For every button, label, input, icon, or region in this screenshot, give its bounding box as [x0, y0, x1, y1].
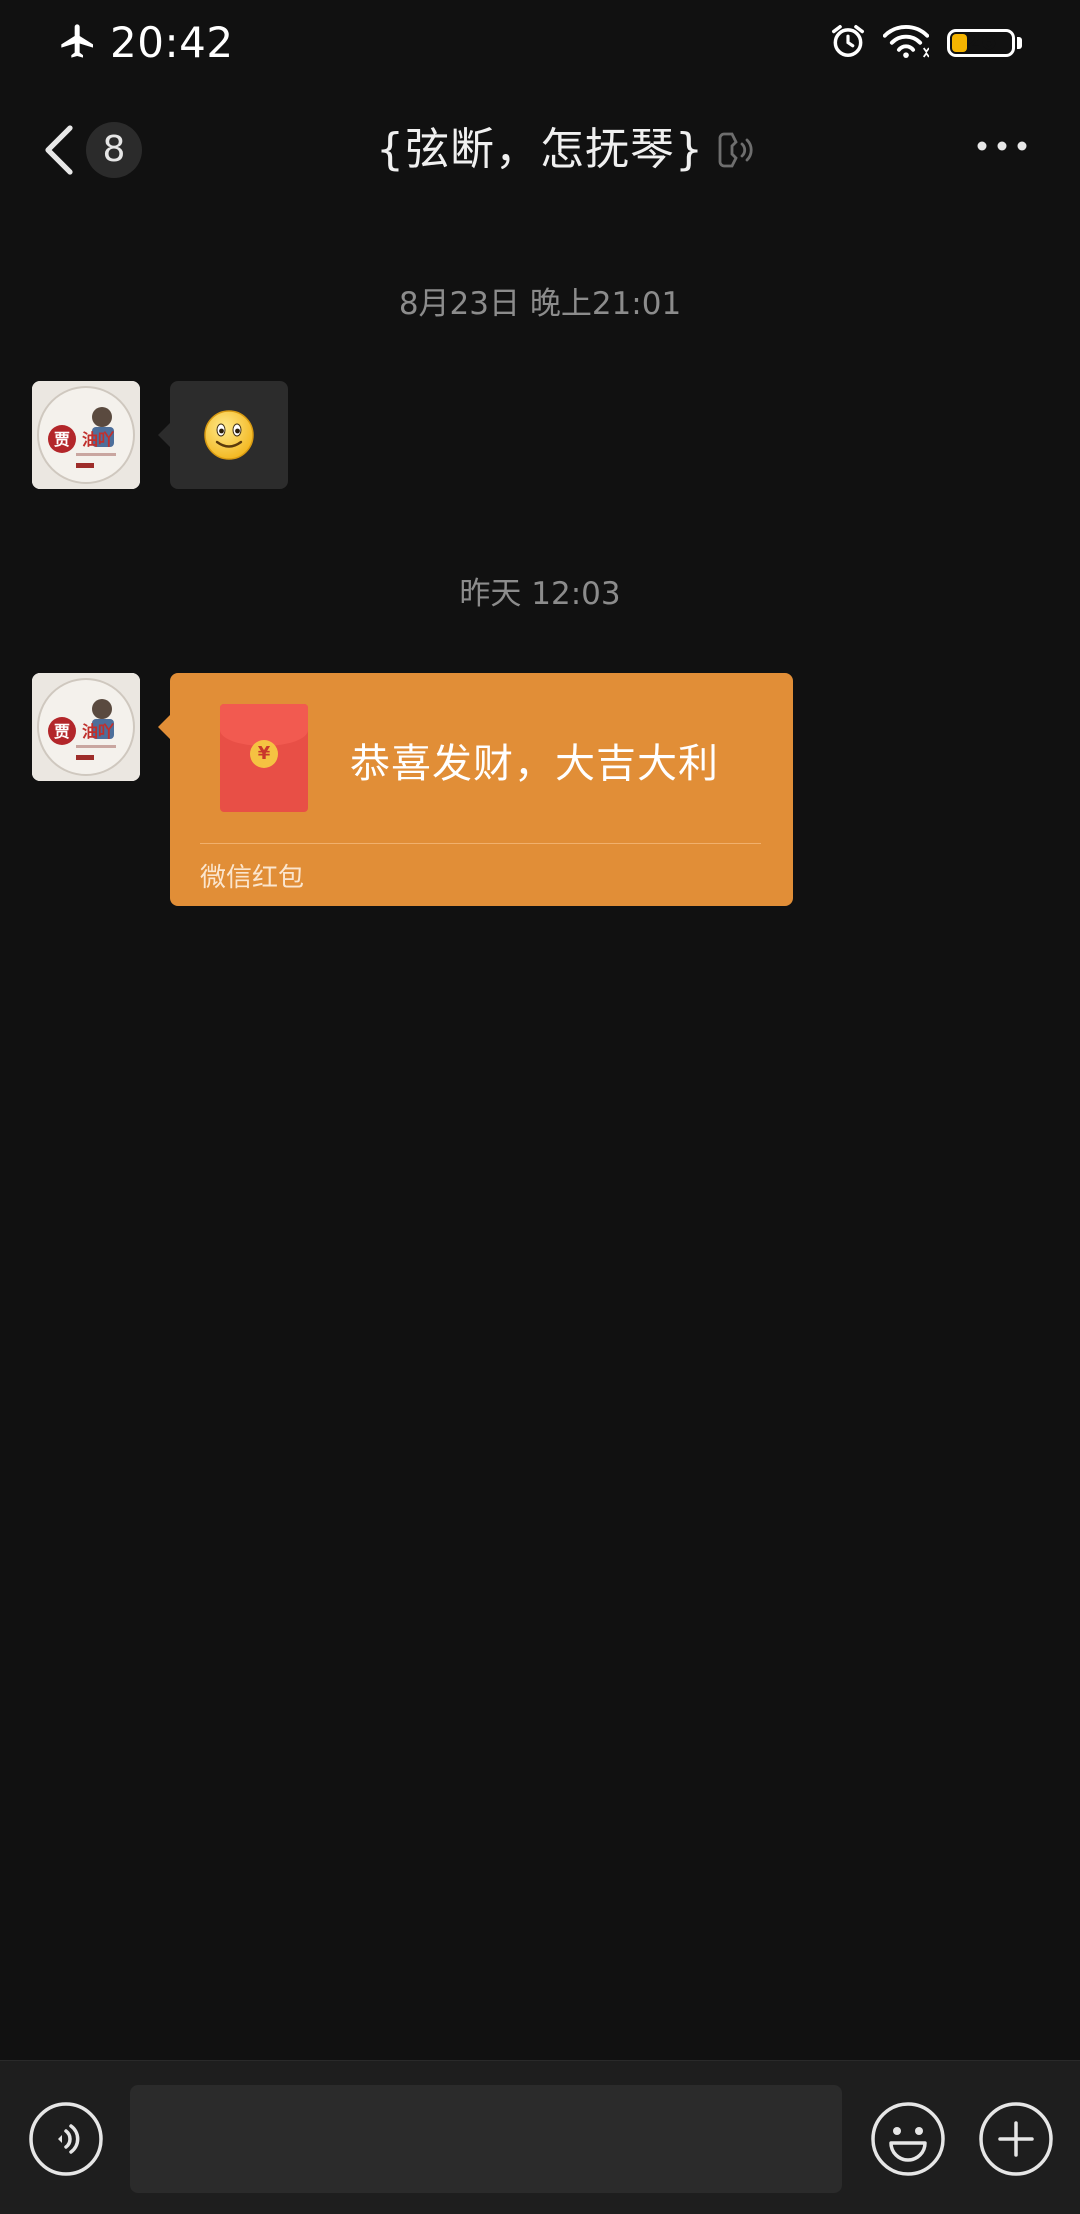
more-button[interactable]: [976, 134, 1028, 158]
svg-text:贾: 贾: [54, 722, 70, 741]
wifi-icon: [882, 22, 930, 64]
plus-icon: [979, 2102, 1053, 2176]
emoji-icon: [871, 2102, 945, 2176]
chat-screen: 20:42 26 8 {弦断，怎抚琴} 8月23日 晚上21:01 贾 油吖 昨…: [0, 0, 1080, 2214]
airplane-icon: [58, 21, 98, 65]
battery-cap: [1017, 37, 1022, 49]
svg-text:油吖: 油吖: [82, 722, 114, 741]
coin-icon: ¥: [250, 740, 278, 768]
alarm-icon: [829, 22, 867, 64]
smile-emoji-icon: [204, 410, 254, 460]
chat-title: {弦断，怎抚琴}: [376, 124, 704, 175]
avatar[interactable]: 贾 油吖: [32, 673, 140, 781]
status-time: 20:42: [110, 18, 234, 67]
svg-text:油吖: 油吖: [82, 430, 114, 449]
voice-icon: [29, 2102, 103, 2176]
message-input[interactable]: [130, 2085, 842, 2193]
red-envelope-icon: ¥: [220, 704, 308, 812]
input-bar: [0, 2060, 1080, 2214]
red-packet-divider: [200, 843, 761, 844]
plus-button[interactable]: [978, 2101, 1054, 2177]
voice-button[interactable]: [28, 2101, 104, 2177]
nav-bar: 8 {弦断，怎抚琴}: [0, 100, 1080, 200]
emoji-button[interactable]: [870, 2101, 946, 2177]
emoji-message-bubble[interactable]: [158, 381, 288, 489]
avatar[interactable]: 贾 油吖: [32, 381, 140, 489]
message-timestamp: 8月23日 晚上21:01: [398, 286, 682, 322]
battery-icon: 26: [947, 29, 1015, 57]
earpiece-icon: [718, 130, 754, 170]
status-left: 20:42: [58, 18, 234, 67]
svg-text:贾: 贾: [54, 430, 70, 449]
red-packet-title: 恭喜发财，大吉大利: [350, 741, 719, 787]
red-packet-footer: 微信红包: [200, 863, 305, 893]
avatar-image: 贾 油吖: [32, 381, 140, 489]
message-timestamp: 昨天 12:03: [459, 576, 621, 612]
status-bar: 20:42 26: [0, 0, 1080, 90]
avatar-image: 贾 油吖: [32, 673, 140, 781]
more-dots-icon: [977, 141, 1027, 151]
battery-level: 26: [965, 30, 997, 55]
status-right: 26: [829, 22, 1022, 64]
red-packet-message[interactable]: ¥ 恭喜发财，大吉大利 微信红包: [158, 673, 793, 906]
